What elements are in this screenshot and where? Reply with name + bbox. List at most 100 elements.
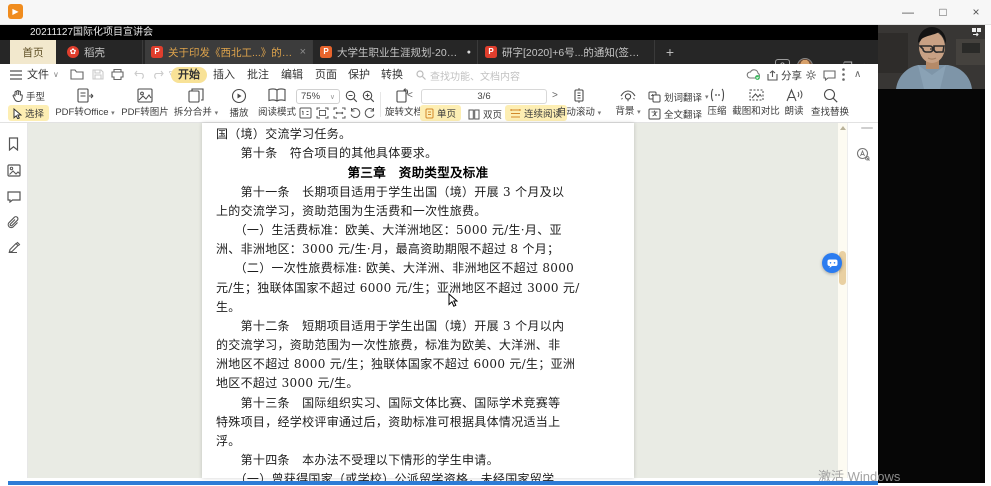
read-mode-button[interactable]: 阅读模式 (254, 88, 300, 118)
video-layout-switch-icon[interactable] (972, 28, 981, 37)
search-input[interactable]: 查找功能、文档内容 (416, 67, 546, 83)
menu-tab-convert[interactable]: 转换 (374, 67, 410, 83)
play-button[interactable]: 播放 (222, 88, 256, 119)
pdf-file-icon: P (485, 46, 497, 58)
thumbnails-icon[interactable] (7, 164, 21, 177)
file-menu[interactable]: 文件 (27, 67, 49, 83)
tab-document-pdf-2[interactable]: P 研字[2020]+6号...的通知(签章).pdf (479, 40, 655, 64)
tab-document-ppt[interactable]: P 大学生职业生涯规划-2021春季学期 ● (314, 40, 478, 64)
auto-scroll-button[interactable]: 自动滚动 ▾ (554, 88, 604, 118)
tab-document-pdf-active[interactable]: P 关于印发《西北工...》的通知.pdf × (145, 40, 313, 64)
dropdown-caret-icon: ▾ (215, 110, 219, 117)
menu-tab-edit[interactable]: 编辑 (274, 67, 310, 83)
search-icon (416, 70, 426, 80)
actual-size-icon[interactable] (299, 107, 312, 119)
ppt-file-icon: P (320, 46, 332, 58)
pdf-page[interactable]: 国（境）交流学习任务。 第十条 符合项目的其他具体要求。 第三章 资助类型及标准… (202, 123, 634, 478)
scroll-up-arrow-icon[interactable] (840, 126, 846, 130)
settings-gear-icon[interactable] (805, 69, 817, 81)
bookmark-icon[interactable] (7, 137, 20, 151)
document-line: 特殊项目，经学校评审通过后，资助标准可根据具体情况适当上 (216, 413, 620, 432)
document-line: （一）生活费标准：欧美、大洋洲地区：5000 元/生·月、亚 (216, 221, 620, 240)
eye-icon (619, 88, 637, 102)
player-minimize-button[interactable]: — (893, 2, 923, 22)
previous-page-button[interactable]: < (407, 90, 413, 101)
comments-panel-icon[interactable] (7, 191, 21, 203)
file-menu-caret-icon[interactable]: ∨ (53, 67, 59, 83)
fit-page-icon[interactable] (316, 107, 329, 119)
document-line: 上的交流学习，资助范围为生活费和一次性旅费。 (216, 202, 620, 221)
player-close-button[interactable]: × (961, 2, 991, 22)
menu-tab-page[interactable]: 页面 (308, 67, 344, 83)
hamburger-icon[interactable] (10, 70, 22, 80)
full-translate-button[interactable]: 全文翻译 (648, 107, 702, 121)
compress-button[interactable]: 压缩 (700, 88, 734, 117)
document-text: 国（境）交流学习任务。 第十条 符合项目的其他具体要求。 第三章 资助类型及标准… (216, 125, 620, 486)
hand-tool-button[interactable]: 手型 (12, 89, 45, 103)
print-icon[interactable] (111, 69, 124, 80)
full-translate-icon (648, 108, 661, 120)
webcam-video (878, 25, 985, 89)
panel-handle[interactable] (861, 127, 873, 129)
right-panel-rail (847, 123, 878, 478)
pdf-to-office-button[interactable]: PDF转Office ▾ (53, 88, 117, 118)
select-tool-button[interactable]: 选择 (8, 105, 49, 121)
player-maximize-button[interactable]: □ (928, 2, 958, 22)
zoom-caret-icon: ∨ (330, 93, 335, 101)
menu-tab-home[interactable]: 开始 (171, 67, 207, 83)
playback-progress-bar[interactable] (8, 481, 878, 485)
fit-width-icon[interactable] (333, 107, 346, 119)
docer-logo-icon: ✿ (67, 46, 79, 58)
zoom-out-icon[interactable] (345, 90, 358, 103)
document-line: 国（境）交流学习任务。 (216, 125, 620, 144)
tab-close-icon[interactable]: × (300, 46, 306, 58)
rotate-right-icon[interactable] (364, 107, 376, 119)
read-aloud-icon (786, 88, 803, 102)
rotate-left-icon[interactable] (349, 107, 361, 119)
dictionary-lookup-icon[interactable] (856, 147, 871, 162)
split-merge-button[interactable]: 拆分合并 ▾ (168, 88, 224, 118)
pdf-to-image-button[interactable]: PDF转图片 (119, 88, 171, 118)
tab-home[interactable]: 首页 (10, 40, 56, 64)
single-page-button[interactable]: 单页 (420, 105, 461, 121)
save-icon[interactable] (92, 69, 104, 80)
background-button[interactable]: 背景 ▾ (608, 88, 648, 117)
more-options-kebab-icon[interactable] (842, 68, 845, 81)
document-line: 第十四条 本办法不受理以下情形的学生申请。 (216, 451, 620, 470)
cloud-sync-icon[interactable] (746, 69, 761, 80)
image-convert-icon (137, 88, 153, 103)
pdf-file-icon: P (151, 46, 163, 58)
vertical-scrollbar[interactable] (838, 123, 847, 478)
menu-tab-insert[interactable]: 插入 (206, 67, 242, 83)
page-indicator[interactable]: 3/6 (421, 89, 547, 104)
find-replace-button[interactable]: 查找替换 (807, 88, 853, 118)
hand-icon (12, 90, 23, 102)
dropdown-caret-icon: ▾ (598, 110, 602, 117)
attachment-paperclip-icon[interactable] (7, 216, 20, 230)
double-page-button[interactable]: 双页 ▾ (468, 107, 509, 121)
tab-docer[interactable]: ✿ 稻壳 (57, 40, 143, 64)
document-line: 生。 (216, 298, 620, 317)
menu-tab-annotate[interactable]: 批注 (240, 67, 276, 83)
open-file-icon[interactable] (70, 69, 84, 80)
document-line: （二）一次性旅费标准: 欧美、大洋洲、非洲地区不超过 8000 (216, 259, 620, 278)
screenshot-compare-button[interactable]: 截图和对比 (731, 88, 781, 117)
mouse-cursor (448, 293, 458, 307)
word-translate-icon (648, 91, 661, 103)
share-button[interactable]: 分享 (767, 68, 802, 83)
screen: ▶ — □ × 20211127国际化项目宣讲会 首页 ✿ 稻壳 P 关于印发《… (0, 0, 991, 486)
document-line: 第十三条 国际组织实习、国际文体比赛、国际学术竞赛等 (216, 394, 620, 413)
sign-stamp-icon[interactable] (7, 241, 21, 254)
collapse-ribbon-icon[interactable]: ∧ (854, 67, 861, 83)
new-tab-button[interactable]: + (660, 40, 680, 64)
undo-icon[interactable] (134, 70, 146, 79)
cursor-icon (13, 108, 22, 119)
read-aloud-button[interactable]: 朗读 (779, 88, 809, 117)
menu-tab-protect[interactable]: 保护 (341, 67, 377, 83)
zoom-level-dropdown[interactable]: 75% ∨ (296, 89, 340, 104)
unsaved-dot-icon: ● (467, 49, 471, 56)
feedback-chat-icon[interactable] (823, 70, 836, 81)
redo-icon[interactable] (152, 70, 164, 79)
wps-assistant-button[interactable] (822, 253, 842, 273)
zoom-in-icon[interactable] (362, 90, 375, 103)
